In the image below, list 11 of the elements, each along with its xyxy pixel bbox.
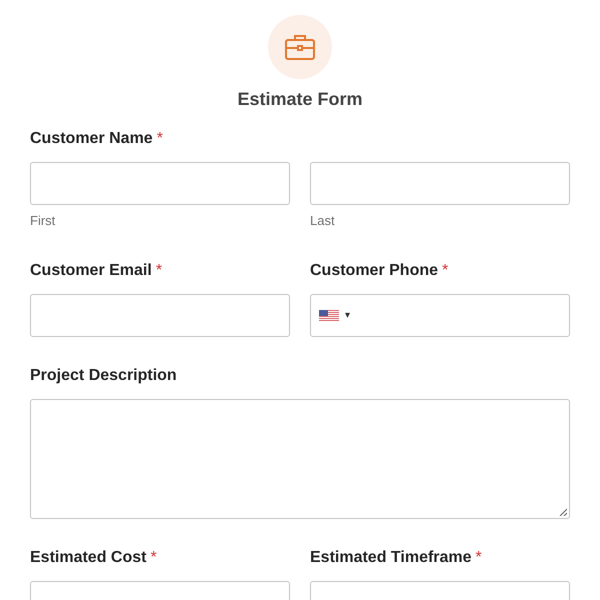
field-label: Estimated Timeframe *: [310, 549, 483, 567]
form-title: Estimate Form: [237, 89, 363, 110]
sub-label: First: [30, 213, 56, 228]
field-label: Customer Name *: [30, 130, 164, 148]
phone-input[interactable]: ▾: [310, 294, 570, 337]
sub-label: Last: [310, 213, 336, 228]
field-label: Project Description: [30, 367, 178, 385]
field-label: Customer Phone *: [310, 262, 450, 280]
field-label: Customer Email *: [30, 262, 164, 280]
caret-icon[interactable]: ▾: [345, 310, 350, 321]
field-label: Estimated Cost *: [30, 549, 158, 567]
